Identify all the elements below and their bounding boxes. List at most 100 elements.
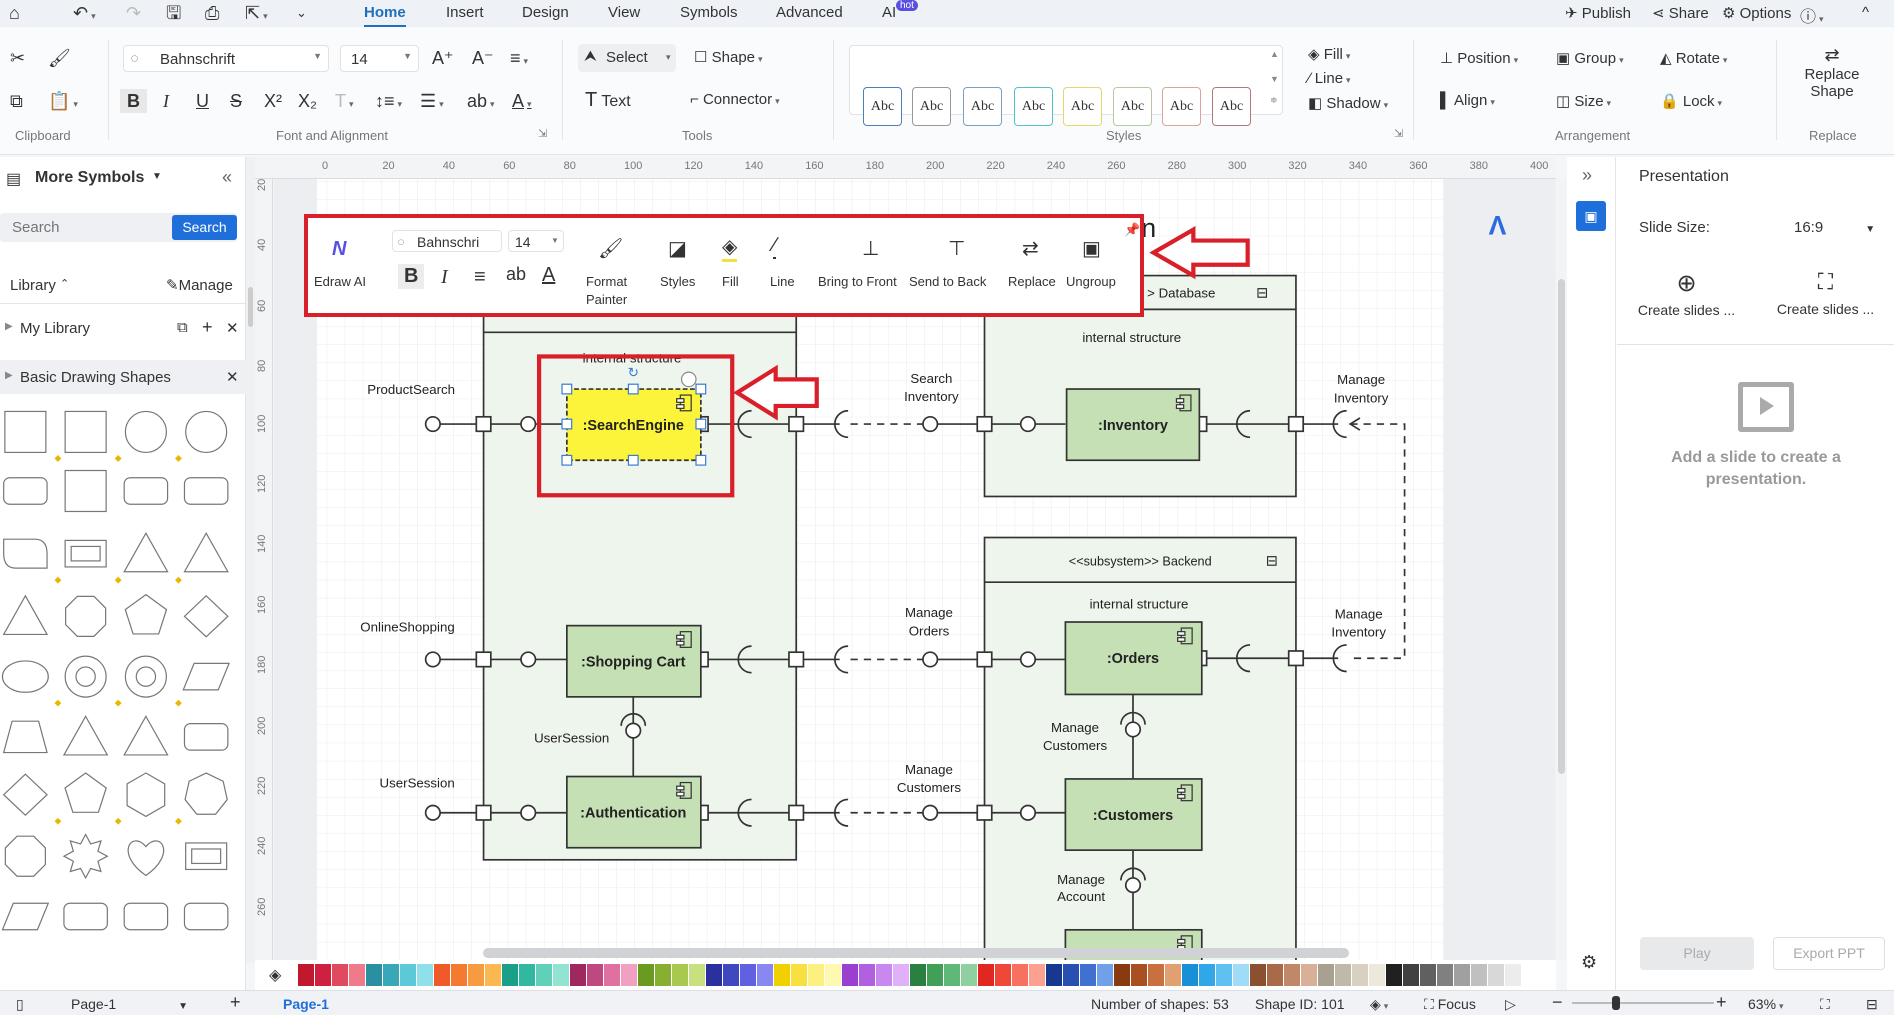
color-swatch[interactable]	[434, 964, 450, 986]
page-select[interactable]: Page-1 ▼	[71, 996, 188, 1012]
collapse-icon[interactable]: ⌃	[60, 277, 69, 290]
zoom-level[interactable]: 63% ▾	[1748, 996, 1784, 1012]
pin-icon[interactable]: 📌	[1124, 222, 1140, 238]
color-swatch[interactable]	[910, 964, 926, 986]
color-swatch[interactable]	[1199, 964, 1215, 986]
text-effect-icon[interactable]: T ▾	[335, 91, 354, 114]
color-swatch[interactable]	[1233, 964, 1249, 986]
save-icon[interactable]: 🖫	[166, 3, 181, 23]
color-swatch[interactable]	[927, 964, 943, 986]
add-page-icon[interactable]: +	[230, 992, 241, 1013]
color-swatch[interactable]	[1437, 964, 1453, 986]
color-swatch[interactable]	[1386, 964, 1402, 986]
fill-icon[interactable]: ◈	[722, 234, 738, 262]
line-button[interactable]: Line	[770, 274, 795, 289]
color-swatch[interactable]	[1369, 964, 1385, 986]
symbol-search-input[interactable]	[0, 213, 170, 242]
color-swatch[interactable]	[1080, 964, 1096, 986]
font-color-icon[interactable]: A ▾	[512, 91, 532, 114]
color-swatch[interactable]	[995, 964, 1011, 986]
line-button[interactable]: ∕ Line ▾	[1308, 70, 1351, 87]
subscript-icon[interactable]: X₂	[298, 91, 317, 111]
color-swatch[interactable]	[536, 964, 552, 986]
play-icon[interactable]: ▷	[1505, 996, 1516, 1013]
tab-home[interactable]: Home	[364, 4, 406, 27]
color-swatch[interactable]	[1335, 964, 1351, 986]
color-swatch[interactable]	[944, 964, 960, 986]
zoom-slider[interactable]	[1572, 996, 1714, 1010]
library-heading[interactable]: Library	[10, 277, 56, 294]
align-button[interactable]: ▌ Align ▾	[1440, 92, 1495, 109]
search-button[interactable]: Search	[172, 215, 237, 240]
line-spacing-icon[interactable]: ↕≡ ▾	[375, 91, 402, 114]
color-swatch[interactable]	[400, 964, 416, 986]
color-swatch[interactable]	[570, 964, 586, 986]
format-painter-label[interactable]: Painter	[586, 292, 627, 307]
paste-icon[interactable]: 📋 ▾	[48, 91, 78, 114]
create-slides-button-2[interactable]: ⛶ Create slides ...	[1756, 269, 1894, 317]
color-swatch[interactable]	[825, 964, 841, 986]
expand-arrow-icon[interactable]: ▶	[5, 321, 13, 332]
slide-size-select[interactable]: 16:9 ▼	[1794, 219, 1875, 236]
zoom-in-icon[interactable]: +	[1716, 992, 1727, 1013]
color-swatch[interactable]	[468, 964, 484, 986]
style-sample[interactable]: Abc	[1063, 87, 1102, 126]
import-icon[interactable]: ⧉	[177, 319, 188, 336]
connector-button[interactable]: ⌐ Connector ▾	[690, 91, 780, 108]
bold-icon[interactable]: B	[398, 264, 425, 289]
copy-icon[interactable]: ⧉	[10, 91, 23, 111]
select-button[interactable]: ⮝ Select ▾	[578, 44, 676, 72]
color-swatch[interactable]	[1148, 964, 1164, 986]
color-swatch[interactable]	[1131, 964, 1147, 986]
settings-icon[interactable]: ⚙	[1581, 952, 1597, 973]
color-swatch[interactable]	[332, 964, 348, 986]
share-button[interactable]: ⋖ Share	[1652, 4, 1709, 22]
more-symbols-title[interactable]: More Symbols	[35, 169, 144, 187]
send-to-back-button[interactable]: Send to Back	[909, 274, 986, 289]
color-swatch[interactable]	[604, 964, 620, 986]
position-button[interactable]: ⊥ Position ▾	[1440, 49, 1518, 67]
replace-icon[interactable]: ⇄	[1022, 236, 1039, 261]
style-sample[interactable]: Abc	[1162, 87, 1201, 126]
format-painter-label[interactable]: Format	[586, 274, 627, 289]
line-icon[interactable]: ∕	[773, 234, 777, 259]
color-swatch[interactable]	[1063, 964, 1079, 986]
more-icon[interactable]: ⌄	[296, 3, 307, 23]
color-swatch[interactable]	[349, 964, 365, 986]
color-swatch[interactable]	[1284, 964, 1300, 986]
color-swatch[interactable]	[876, 964, 892, 986]
color-swatch[interactable]	[1505, 964, 1521, 986]
color-swatch[interactable]	[740, 964, 756, 986]
style-sample[interactable]: Abc	[863, 87, 902, 126]
color-swatch[interactable]	[417, 964, 433, 986]
color-swatch[interactable]	[1097, 964, 1113, 986]
color-swatch[interactable]	[791, 964, 807, 986]
color-swatch[interactable]	[1165, 964, 1181, 986]
expand-panel-icon[interactable]: »	[1582, 165, 1592, 186]
color-swatch[interactable]	[655, 964, 671, 986]
align-icon[interactable]: ≡	[474, 266, 486, 289]
color-swatch[interactable]	[961, 964, 977, 986]
rotate-handle-icon[interactable]: ↻	[628, 365, 639, 380]
italic-icon[interactable]: I	[441, 266, 448, 289]
fill-button[interactable]: Fill	[722, 274, 739, 289]
replace-shape-button[interactable]: ⇄ Replace Shape	[1800, 45, 1864, 100]
panel-scrollbar[interactable]	[246, 157, 255, 963]
layers-icon[interactable]: ◈ ▾	[1370, 996, 1388, 1013]
basic-shapes-header[interactable]: ▶ Basic Drawing Shapes ✕	[0, 360, 246, 394]
presentation-tab-icon[interactable]: ▣	[1576, 201, 1606, 231]
print-icon[interactable]: ⎙	[205, 3, 219, 23]
color-swatch[interactable]	[621, 964, 637, 986]
undo-icon[interactable]: ↶ ▾	[73, 3, 96, 26]
text-case-icon[interactable]: ab	[506, 264, 526, 285]
help-icon[interactable]: ⓘ ▾	[1800, 3, 1824, 27]
color-swatch[interactable]	[383, 964, 399, 986]
color-swatch[interactable]	[485, 964, 501, 986]
color-swatch[interactable]	[502, 964, 518, 986]
color-swatch[interactable]	[315, 964, 331, 986]
vertical-scrollbar[interactable]	[1556, 179, 1567, 960]
dialog-launcher-icon[interactable]: ⇲	[538, 127, 547, 140]
my-library-item[interactable]: My Library	[20, 320, 90, 337]
focus-button[interactable]: ⛶ Focus	[1424, 996, 1476, 1013]
page-tab-active[interactable]: Page-1	[283, 996, 329, 1012]
